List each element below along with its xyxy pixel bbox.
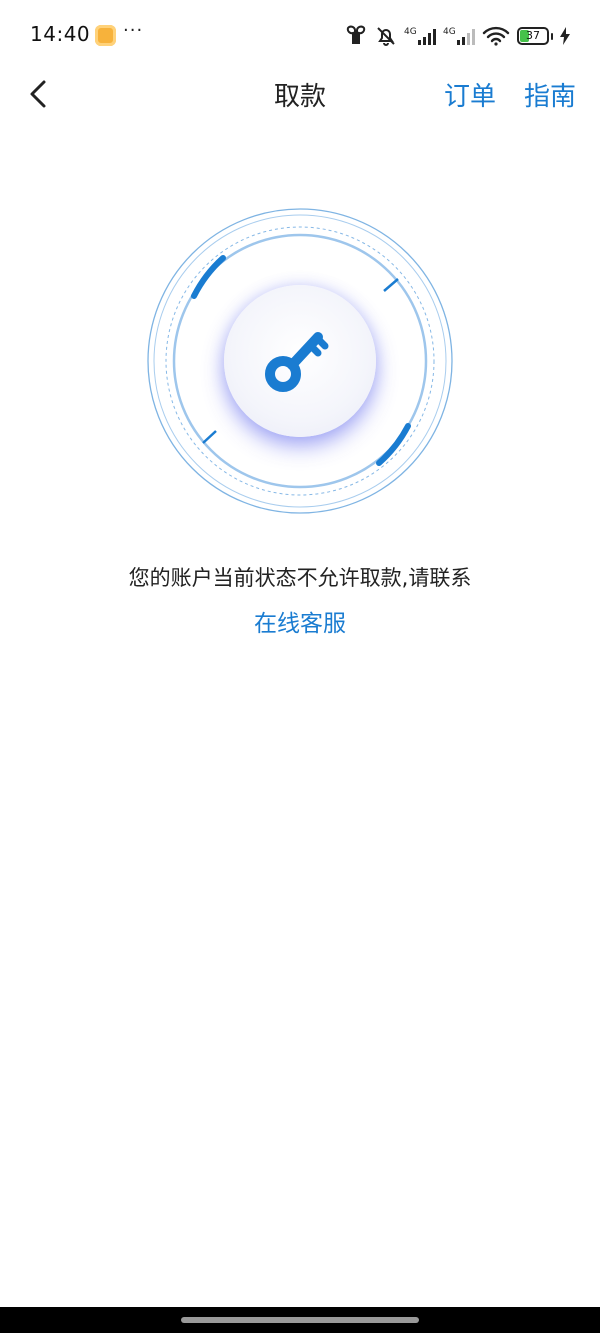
orders-link[interactable]: 订单 [444, 76, 496, 113]
battery-icon: 37 [517, 27, 549, 45]
notes-app-icon [95, 25, 116, 46]
key-illustration [144, 205, 456, 517]
status-message: 您的账户当前状态不允许取款,请联系 [128, 566, 472, 590]
key-icon [265, 332, 329, 392]
wifi-icon [482, 26, 510, 46]
page-title: 取款 [273, 82, 326, 112]
signal-4g-icon-1: 4G [404, 27, 436, 45]
home-indicator[interactable] [181, 1317, 419, 1323]
guide-link[interactable]: 指南 [524, 76, 576, 113]
navigation-bar: 取款 订单 指南 [0, 60, 600, 130]
battery-percent: 37 [526, 29, 540, 42]
svg-text:4G: 4G [443, 27, 456, 37]
earbuds-icon [346, 25, 366, 44]
svg-text:4G: 4G [404, 27, 417, 37]
signal-4g-icon-2: 4G [443, 27, 475, 45]
status-icons: 4G 4G 37 [344, 22, 570, 50]
more-notifications-icon: ··· [123, 20, 144, 41]
status-time: 14:40 [30, 22, 91, 46]
battery-tip [551, 32, 553, 40]
charging-icon [560, 27, 570, 45]
bell-muted-icon [377, 27, 395, 46]
gesture-bar [0, 1307, 600, 1333]
online-service-link[interactable]: 在线客服 [0, 604, 600, 638]
